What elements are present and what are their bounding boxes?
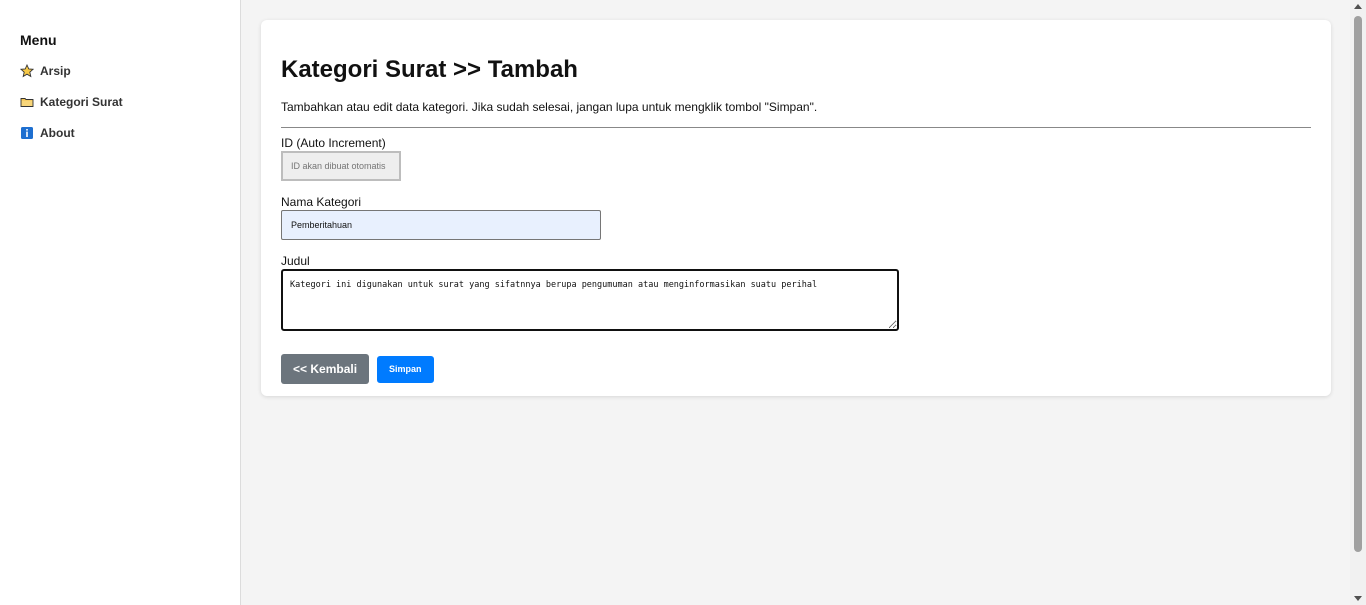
judul-label: Judul bbox=[281, 254, 310, 268]
scroll-up-icon[interactable] bbox=[1354, 4, 1362, 9]
sidebar-item-label: Kategori Surat bbox=[40, 94, 123, 109]
sidebar-item-kategori-surat[interactable]: Kategori Surat bbox=[20, 86, 220, 117]
scroll-down-icon[interactable] bbox=[1354, 596, 1362, 601]
sidebar-title: Menu bbox=[20, 32, 57, 48]
sidebar-item-arsip[interactable]: Arsip bbox=[20, 55, 220, 86]
sidebar-item-label: About bbox=[40, 125, 75, 140]
id-field[interactable] bbox=[281, 151, 401, 181]
id-label: ID (Auto Increment) bbox=[281, 136, 386, 150]
page-title: Kategori Surat >> Tambah bbox=[281, 56, 578, 83]
star-icon bbox=[20, 63, 34, 78]
judul-textarea[interactable]: Kategori ini digunakan untuk surat yang … bbox=[281, 269, 899, 331]
save-button[interactable]: Simpan bbox=[377, 355, 434, 383]
nama-kategori-label: Nama Kategori bbox=[281, 195, 362, 209]
info-icon bbox=[20, 126, 34, 140]
folder-icon bbox=[20, 95, 34, 109]
scrollbar-thumb[interactable] bbox=[1354, 16, 1362, 552]
back-button[interactable]: << Kembali bbox=[281, 354, 370, 384]
page-description: Tambahkan atau edit data kategori. Jika … bbox=[281, 100, 818, 114]
sidebar: Menu Arsip Kategori Surat About bbox=[0, 0, 241, 605]
button-row: << Kembali Simpan bbox=[281, 354, 1311, 384]
form-card: Kategori Surat >> Tambah Tambahkan atau … bbox=[261, 20, 1331, 396]
divider bbox=[281, 127, 1311, 128]
sidebar-item-label: Arsip bbox=[40, 63, 71, 78]
vertical-scrollbar[interactable] bbox=[1350, 0, 1366, 605]
nama-kategori-input[interactable] bbox=[281, 210, 601, 240]
sidebar-item-about[interactable]: About bbox=[20, 117, 220, 148]
